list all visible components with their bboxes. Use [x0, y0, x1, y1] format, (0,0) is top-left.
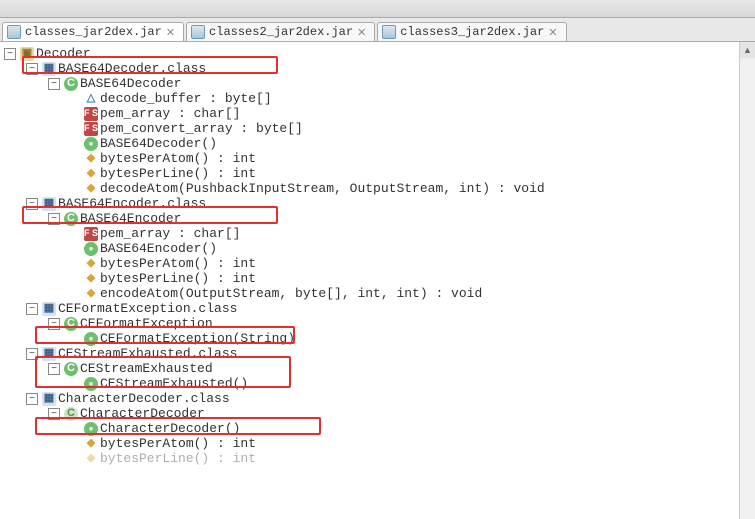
collapse-icon[interactable]: − — [26, 198, 38, 210]
tree-row-method[interactable]: ◆ encodeAtom(OutputStream, byte[], int, … — [2, 286, 753, 301]
field-icon: △ — [84, 92, 98, 106]
tab-classes2-jar2dex[interactable]: classes2_jar2dex.jar ✕ — [186, 22, 375, 41]
tree-row-constructor[interactable]: ● CharacterDecoder() — [2, 421, 753, 436]
collapse-icon[interactable]: − — [48, 363, 60, 375]
tab-label: classes3_jar2dex.jar — [400, 25, 544, 39]
method-icon: ◆ — [84, 272, 98, 286]
tree-row-class[interactable]: − C BASE64Decoder — [2, 76, 753, 91]
tree-row-package[interactable]: − ▣ Decoder — [2, 46, 753, 61]
class-icon: C — [64, 317, 78, 331]
tree-row-method[interactable]: ◆ bytesPerLine() : int — [2, 166, 753, 181]
static-field-icon: F S — [84, 122, 98, 136]
class-icon: C — [64, 77, 78, 91]
tree-row-method[interactable]: ◆ bytesPerLine() : int — [2, 271, 753, 286]
abstract-class-icon: C — [64, 407, 78, 421]
tree-row-method[interactable]: ◆ decodeAtom(PushbackInputStream, Output… — [2, 181, 753, 196]
collapse-icon[interactable]: − — [48, 318, 60, 330]
tree-row-field[interactable]: F S pem_convert_array : byte[] — [2, 121, 753, 136]
jar-icon — [191, 25, 205, 39]
close-icon[interactable]: ✕ — [166, 26, 175, 39]
tree-row-classfile[interactable]: − ▦ CEFormatException.class — [2, 301, 753, 316]
tree-row-classfile[interactable]: − ▦ BASE64Encoder.class — [2, 196, 753, 211]
tree-row-class[interactable]: − C CEStreamExhausted — [2, 361, 753, 376]
constructor-icon: ● — [84, 377, 98, 391]
collapse-icon[interactable]: − — [48, 213, 60, 225]
jar-icon — [382, 25, 396, 39]
static-field-icon: F S — [84, 227, 98, 241]
jar-icon — [7, 25, 21, 39]
collapse-icon[interactable]: − — [48, 78, 60, 90]
method-icon: ◆ — [84, 167, 98, 181]
close-icon[interactable]: ✕ — [357, 26, 366, 39]
tree-row-constructor[interactable]: ● CEFormatException(String) — [2, 331, 753, 346]
collapse-icon[interactable]: − — [26, 393, 38, 405]
classfile-icon: ▦ — [42, 392, 56, 406]
class-icon: C — [64, 362, 78, 376]
vertical-scrollbar[interactable]: ▲ — [739, 42, 755, 519]
tree-row-class[interactable]: − C CharacterDecoder — [2, 406, 753, 421]
editor-tabs: classes_jar2dex.jar ✕ classes2_jar2dex.j… — [0, 18, 755, 42]
tree-row-classfile[interactable]: − ▦ CEStreamExhausted.class — [2, 346, 753, 361]
tree-row-classfile[interactable]: − ▦ BASE64Decoder.class — [2, 61, 753, 76]
method-icon: ◆ — [84, 437, 98, 451]
method-icon: ◆ — [84, 182, 98, 196]
tree-row-method[interactable]: ◆ bytesPerAtom() : int — [2, 151, 753, 166]
method-icon: ◆ — [84, 452, 98, 466]
tree-row-classfile[interactable]: − ▦ CharacterDecoder.class — [2, 391, 753, 406]
tree-row-field[interactable]: F S pem_array : char[] — [2, 226, 753, 241]
collapse-icon[interactable]: − — [26, 348, 38, 360]
tree-row-constructor[interactable]: ● CEStreamExhausted() — [2, 376, 753, 391]
close-icon[interactable]: ✕ — [548, 26, 557, 39]
static-field-icon: F S — [84, 107, 98, 121]
tab-label: classes2_jar2dex.jar — [209, 25, 353, 39]
tree-row-constructor[interactable]: ● BASE64Encoder() — [2, 241, 753, 256]
tree-row-class[interactable]: − C CEFormatException — [2, 316, 753, 331]
scroll-up-icon[interactable]: ▲ — [740, 42, 755, 58]
collapse-icon[interactable]: − — [4, 48, 16, 60]
tree-row-method[interactable]: ◆ bytesPerAtom() : int — [2, 256, 753, 271]
tree-row-method[interactable]: ◆ bytesPerAtom() : int — [2, 436, 753, 451]
tree-row-method[interactable]: ◆ bytesPerLine() : int — [2, 451, 753, 466]
tab-classes3-jar2dex[interactable]: classes3_jar2dex.jar ✕ — [377, 22, 566, 41]
constructor-icon: ● — [84, 137, 98, 151]
method-icon: ◆ — [84, 152, 98, 166]
collapse-icon[interactable]: − — [26, 63, 38, 75]
constructor-icon: ● — [84, 422, 98, 436]
tree-row-field[interactable]: F S pem_array : char[] — [2, 106, 753, 121]
collapse-icon[interactable]: − — [26, 303, 38, 315]
tree-row-class[interactable]: − C BASE64Encoder — [2, 211, 753, 226]
toolbar — [0, 0, 755, 18]
constructor-icon: ● — [84, 242, 98, 256]
package-icon: ▣ — [20, 47, 34, 61]
tab-classes-jar2dex[interactable]: classes_jar2dex.jar ✕ — [2, 22, 184, 41]
constructor-icon: ● — [84, 332, 98, 346]
classfile-icon: ▦ — [42, 62, 56, 76]
tree-row-constructor[interactable]: ● BASE64Decoder() — [2, 136, 753, 151]
classfile-icon: ▦ — [42, 347, 56, 361]
outline-tree[interactable]: − ▣ Decoder − ▦ BASE64Decoder.class − C … — [0, 42, 755, 466]
collapse-icon[interactable]: − — [48, 408, 60, 420]
classfile-icon: ▦ — [42, 197, 56, 211]
tab-label: classes_jar2dex.jar — [25, 25, 162, 39]
classfile-icon: ▦ — [42, 302, 56, 316]
method-icon: ◆ — [84, 257, 98, 271]
tree-row-field[interactable]: △ decode_buffer : byte[] — [2, 91, 753, 106]
method-icon: ◆ — [84, 287, 98, 301]
class-icon: C — [64, 212, 78, 226]
